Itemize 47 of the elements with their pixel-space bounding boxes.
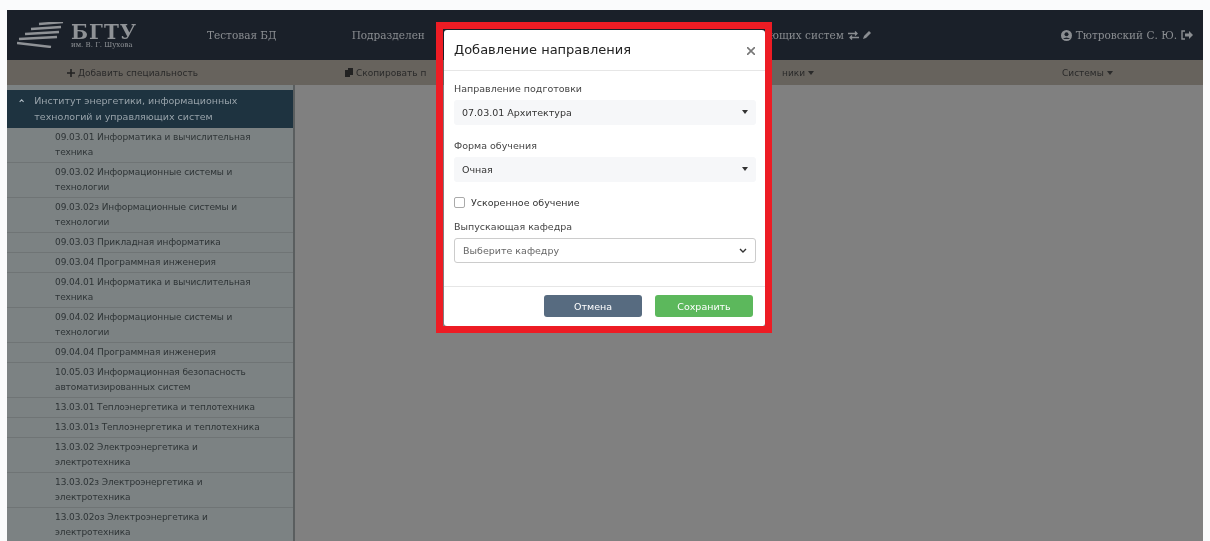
logout-icon[interactable] [1181,30,1193,40]
caret-icon [742,167,748,172]
sidebar-item[interactable]: 13.03.02 Электроэнергетика и электротехника [7,438,293,473]
select-field[interactable]: Выберите кафедру [454,238,756,263]
sidebar-item[interactable]: 09.03.02 Информационные системы и технологии [7,163,293,198]
sidebar-item[interactable]: 09.03.03 Прикладная информатика [7,233,293,253]
caret-icon [808,70,815,75]
cancel-button[interactable]: Отмена [544,295,642,318]
field-label: Форма обучения [454,140,538,151]
sidebar-item[interactable]: 09.03.04 Программная инженерия [7,253,293,273]
sidebar-item[interactable]: 13.03.02з Электроэнергетика и электротехника [7,473,293,508]
logo-title: БГТУ [71,21,137,42]
sidebar-item[interactable]: 13.03.02оз Электроэнергетика и электротехника [7,508,293,541]
user-icon [1060,29,1072,41]
sidebar-item[interactable]: 13.03.01 Теплоэнергетика и теплотехника [7,398,293,418]
pencil-icon[interactable] [861,30,872,40]
save-button[interactable]: Сохранить [655,295,753,318]
field-label: Направление подготовки [454,83,584,94]
swap-icon[interactable] [847,30,859,40]
select-field[interactable]: 07.03.01 Архитектура [454,100,756,125]
nav-item[interactable]: Тестовая БД [207,29,277,41]
caret-icon [1106,70,1113,75]
toolbar-item[interactable]: Добавить специальность [67,67,198,78]
sidebar-item[interactable]: 10.05.03 Информационная безопасность автоматизированных систем [7,363,293,398]
sidebar-item[interactable]: 09.04.01 Информатика и вычислительная техника [7,273,293,308]
copy-icon [345,68,353,77]
nav-item[interactable]: Подразделен [351,29,425,41]
caret-icon [742,110,748,115]
close-icon [747,47,755,55]
select-field[interactable]: Очная [454,157,756,182]
sidebar-group-header[interactable]: Институт энергетики, информационных технологий и управляющих систем [7,90,293,128]
logo-icon [17,22,65,48]
sidebar-item[interactable]: 09.03.02з Информационные системы и технологии [7,198,293,233]
field-label: Выпускающая кафедра [454,221,574,232]
chevron-icon [19,98,25,103]
user-name[interactable]: Тютровский С. Ю. [1075,29,1177,41]
toolbar-item[interactable]: Системы [1062,67,1113,78]
checkbox-label: Ускоренное обучение [471,197,580,208]
sidebar-item[interactable]: 13.03.01з Теплоэнергетика и теплотехника [7,418,293,438]
plus-icon [67,68,75,77]
modal-title: Добавление направления [454,42,632,58]
sidebar-item[interactable]: 09.04.02 Информационные системы и технологии [7,308,293,343]
chevron-icon [739,248,747,253]
sidebar-item[interactable]: 09.03.01 Информатика и вычислительная техника [7,128,293,163]
toolbar-item[interactable]: ники [782,67,815,78]
sidebar-item[interactable]: 09.04.04 Программная инженерия [7,343,293,363]
checkbox[interactable] [454,197,465,208]
